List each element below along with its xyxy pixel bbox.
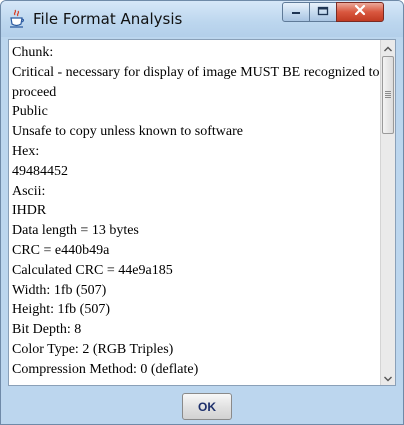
analysis-line: CRC = e440b49a [12, 242, 110, 258]
analysis-line: proceed [12, 84, 57, 100]
analysis-line: Ascii: [12, 183, 46, 199]
analysis-line: Hex: [12, 143, 40, 159]
analysis-line: Bit Depth: 8 [12, 322, 82, 338]
java-cup-icon [9, 9, 25, 29]
analysis-line: Color Type: 2 (RGB Triples) [12, 341, 174, 357]
analysis-line: IHDR [12, 203, 47, 219]
analysis-scroll-pane[interactable]: Chunk: Critical - necessary for display o… [8, 39, 396, 386]
window-title: File Format Analysis [33, 10, 183, 28]
analysis-line: Width: 1fb (507) [12, 282, 107, 298]
scroll-up-button[interactable] [381, 40, 395, 55]
analysis-line: Compression Method: 0 (deflate) [12, 361, 199, 377]
analysis-line: 49484452 [12, 163, 68, 179]
ok-button[interactable]: OK [182, 393, 232, 420]
analysis-line: Calculated CRC = 44e9a185 [12, 262, 173, 278]
chevron-up-icon [384, 39, 392, 57]
grip-icon [385, 91, 391, 98]
analysis-line: Chunk: [12, 45, 54, 60]
file-format-analysis-window: File Format Analysis Chunk: Critical - n… [0, 0, 404, 425]
analysis-text-area[interactable]: Chunk: Critical - necessary for display o… [9, 40, 380, 385]
scroll-down-button[interactable] [381, 370, 395, 385]
maximize-button[interactable] [309, 2, 337, 22]
chevron-down-icon [384, 369, 392, 387]
analysis-line: Data length = 13 bytes [12, 223, 139, 239]
scroll-thumb[interactable] [382, 56, 394, 134]
minimize-icon [290, 3, 302, 21]
maximize-icon [317, 3, 329, 21]
vertical-scrollbar[interactable] [380, 40, 395, 385]
analysis-line: Public [12, 104, 48, 120]
analysis-line: Unsafe to copy unless known to software [12, 124, 243, 140]
minimize-button[interactable] [282, 2, 310, 22]
close-icon [353, 3, 367, 21]
analysis-line: Critical - necessary for display of imag… [12, 64, 380, 80]
analysis-line: Height: 1fb (507) [12, 302, 110, 318]
title-bar[interactable]: File Format Analysis [1, 1, 403, 37]
close-button[interactable] [336, 2, 384, 22]
